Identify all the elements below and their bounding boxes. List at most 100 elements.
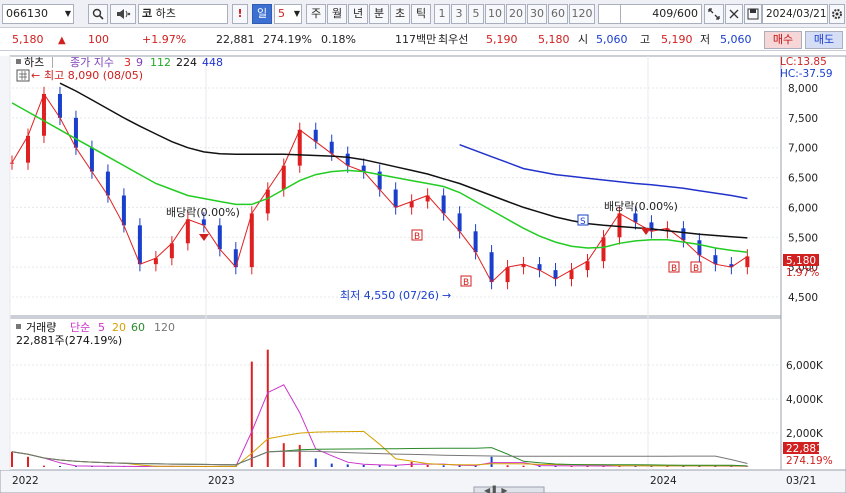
period-button-year[interactable]: 년 <box>348 4 368 24</box>
crosshair-icon[interactable] <box>725 4 743 24</box>
volume-tick-label: 6,000K <box>786 360 824 372</box>
price-tick-label: 7,500 <box>788 113 818 125</box>
interval-button-1[interactable]: 1 <box>434 4 450 24</box>
date-field[interactable]: 2024/03/21 <box>762 4 828 24</box>
data-count: 409 <box>652 7 674 20</box>
volume-value: 22,881 <box>216 33 255 46</box>
period-button-minute[interactable]: 분 <box>369 4 389 24</box>
volume-panel[interactable] <box>9 317 782 471</box>
candle-body <box>249 213 254 268</box>
candle-body <box>89 147 94 172</box>
speaker-icon[interactable] <box>110 4 136 24</box>
ma-period-224: 224 <box>176 56 197 69</box>
buy-signal-box: B <box>690 261 702 274</box>
candle-body <box>489 252 494 283</box>
interval-button-30[interactable]: 30 <box>527 4 547 24</box>
hc-value: HC:-37.59 <box>780 68 833 80</box>
interval-button-60[interactable]: 60 <box>548 4 568 24</box>
volume-bar <box>346 464 349 467</box>
volume-bar <box>282 443 285 467</box>
chevron-down-icon[interactable]: ▼ <box>65 5 71 23</box>
open-label: 시 <box>578 33 589 46</box>
svg-text:B: B <box>463 278 469 288</box>
best-bid: 5,180 <box>538 33 570 46</box>
candle-body <box>57 93 62 118</box>
interval-button-10[interactable]: 10 <box>485 4 505 24</box>
calendar-icon[interactable] <box>16 69 30 82</box>
candle-body <box>601 237 606 262</box>
volume-bar <box>42 465 45 467</box>
candle-body <box>313 129 318 142</box>
sell-signal-box: S <box>577 214 589 227</box>
candle-body <box>457 213 462 232</box>
interval-button-5[interactable]: 5 <box>468 4 484 24</box>
interval-button-3[interactable]: 3 <box>451 4 467 24</box>
open-price: 5,060 <box>596 33 628 46</box>
best-quote-label: 최우선 <box>438 33 469 46</box>
volume-ma-20: 20 <box>112 321 126 334</box>
volume-bar <box>426 464 429 467</box>
stock-code-input[interactable]: 066130 ▼ <box>2 4 74 24</box>
period-button-day[interactable]: 일 <box>252 4 272 24</box>
data-count-field[interactable]: 409/600 <box>620 4 702 24</box>
day-count-value: 5 <box>278 7 285 20</box>
high-annotation: ← 최고 8,090 (08/05) <box>16 69 143 82</box>
stock-name-field[interactable]: 코 하츠 <box>138 4 228 24</box>
dividend-note-right: 배당락(0.00%) <box>604 200 678 213</box>
price-tick-label: 5,500 <box>788 232 818 244</box>
stock-chart[interactable]: 4,5005,0005,5006,0006,5007,0007,5008,000… <box>0 52 846 493</box>
candle-body <box>73 117 78 148</box>
settings-gear-icon[interactable] <box>829 4 845 24</box>
date-tick-label: 2022 <box>12 475 39 487</box>
period-button-second[interactable]: 초 <box>390 4 410 24</box>
interval-button-20[interactable]: 20 <box>506 4 526 24</box>
ma-period-448: 448 <box>202 56 223 69</box>
volume-summary: 22,881주(274.19%) <box>16 334 122 347</box>
candle-body <box>569 270 574 280</box>
candle-body <box>393 189 398 208</box>
up-arrow-icon: ▲ <box>58 35 66 46</box>
chevron-down-icon[interactable]: ▼ <box>294 5 300 23</box>
volume-bar <box>330 463 333 467</box>
resize-arrows-icon[interactable] <box>704 4 724 24</box>
period-button-tick[interactable]: 틱 <box>411 4 431 24</box>
price-change-pct: +1.97% <box>142 33 187 46</box>
candle-body <box>41 93 46 136</box>
date-tick-label: 2023 <box>208 475 235 487</box>
volume-bar <box>490 456 493 467</box>
volume-bar <box>362 464 365 467</box>
volume-bar <box>378 465 381 467</box>
current-price-tag-text: 5,180 <box>786 255 816 267</box>
buy-button[interactable]: 매수 <box>764 31 802 49</box>
interval-button-120[interactable]: 120 <box>569 4 595 24</box>
price-tick-label: 6,000 <box>788 202 818 214</box>
day-count-select[interactable]: 5 ▼ <box>274 4 302 24</box>
alert-icon[interactable]: ! <box>232 4 248 24</box>
candle-body <box>137 225 142 265</box>
buy-signal-box: B <box>668 261 680 274</box>
high-label: 고 <box>640 33 651 46</box>
candle-body <box>713 255 718 265</box>
volume-ma-60: 60 <box>131 321 145 334</box>
save-icon[interactable] <box>744 4 762 24</box>
volume-bar <box>58 465 61 467</box>
low-label: 저 <box>700 33 711 46</box>
volume-bar <box>266 349 269 467</box>
volume-bar <box>314 458 317 467</box>
period-button-month[interactable]: 월 <box>327 4 347 24</box>
price-panel-title: 하츠 <box>24 55 44 69</box>
period-button-week[interactable]: 주 <box>306 4 326 24</box>
svg-text:B: B <box>414 232 420 242</box>
volume-ma-5: 5 <box>98 321 105 334</box>
current-volume-pct: 274.19% <box>786 455 833 467</box>
buy-signal-box: B <box>460 275 472 288</box>
data-count-total: /600 <box>673 7 698 20</box>
candle-body <box>185 219 190 244</box>
scroll-handle-icon[interactable]: ◀ ▌ ▶ <box>484 485 508 493</box>
low-price: 5,060 <box>720 33 752 46</box>
sell-button[interactable]: 매도 <box>805 31 843 49</box>
search-icon[interactable] <box>88 4 108 24</box>
candle-body <box>345 153 350 166</box>
candle-body <box>681 228 686 241</box>
left-margin <box>0 56 10 470</box>
